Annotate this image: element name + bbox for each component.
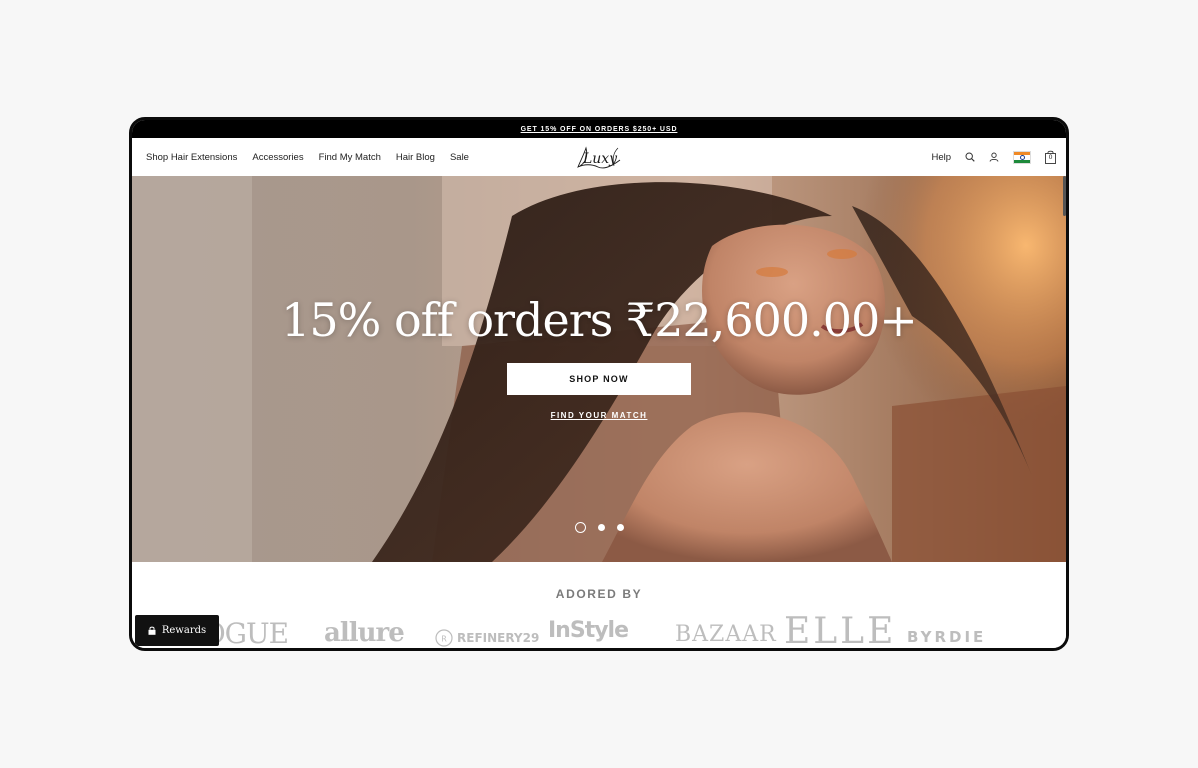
carousel-dot-3[interactable] <box>616 524 624 531</box>
account-icon[interactable] <box>989 152 999 162</box>
svg-text:Luxy: Luxy <box>582 151 618 167</box>
find-your-match-link[interactable]: FIND YOUR MATCH <box>132 411 1066 420</box>
help-link[interactable]: Help <box>931 152 951 163</box>
rewards-button[interactable]: Rewards <box>135 615 219 646</box>
lock-icon <box>148 626 156 635</box>
cart-count: 0 <box>1048 154 1053 161</box>
bag-icon[interactable]: 0 <box>1045 150 1056 164</box>
main-nav: Shop Hair Extensions Accessories Find My… <box>146 138 484 176</box>
adored-by-title: ADORED BY <box>555 587 643 601</box>
carousel-dots <box>132 522 1066 533</box>
search-icon[interactable] <box>965 152 975 162</box>
nav-link-sale[interactable]: Sale <box>450 152 469 163</box>
hero-headline: 15% off orders ₹22,600.00+ <box>281 293 918 347</box>
brand-logo-bazaar: BAZAAR <box>675 622 777 647</box>
brand-logo-elle: ELLE <box>784 611 897 649</box>
page-scrollbar[interactable] <box>1063 176 1066 216</box>
header-utilities: Help 0 <box>931 138 1058 176</box>
brand-logo-instyle: InStyle <box>548 618 629 643</box>
hero-banner: 15% off orders ₹22,600.00+ SHOP NOW FIND… <box>132 176 1066 562</box>
india-flag-icon[interactable] <box>1013 150 1031 164</box>
refinery29-icon: R <box>435 629 453 647</box>
nav-link-shop-hair-extensions[interactable]: Shop Hair Extensions <box>146 152 237 163</box>
brand-logo-allure: allure <box>324 618 405 648</box>
carousel-dot-1[interactable] <box>574 522 586 533</box>
promo-banner[interactable]: GET 15% OFF ON ORDERS $250+ USD <box>132 120 1066 138</box>
promo-text[interactable]: GET 15% OFF ON ORDERS $250+ USD <box>521 126 678 133</box>
svg-text:R: R <box>441 635 447 644</box>
nav-link-find-my-match[interactable]: Find My Match <box>319 152 381 163</box>
brand-logo-refinery29: R REFINERY29 <box>435 629 539 647</box>
nav-link-hair-blog[interactable]: Hair Blog <box>396 152 435 163</box>
luxy-logo[interactable]: Luxy <box>574 142 626 172</box>
carousel-dot-2[interactable] <box>597 524 605 531</box>
adored-by-section: ADORED BY VOGUE allure R REFINERY29 InSt… <box>132 562 1066 648</box>
nav-link-accessories[interactable]: Accessories <box>252 152 303 163</box>
rewards-label[interactable]: Rewards <box>162 625 206 636</box>
shop-now-button[interactable]: SHOP NOW <box>507 363 691 395</box>
header-navbar: Shop Hair Extensions Accessories Find My… <box>132 138 1066 177</box>
browser-viewport: GET 15% OFF ON ORDERS $250+ USD Shop Hai… <box>132 120 1066 648</box>
brand-logo-byrdie: BYRDIE <box>907 628 987 646</box>
device-frame: GET 15% OFF ON ORDERS $250+ USD Shop Hai… <box>129 117 1069 651</box>
